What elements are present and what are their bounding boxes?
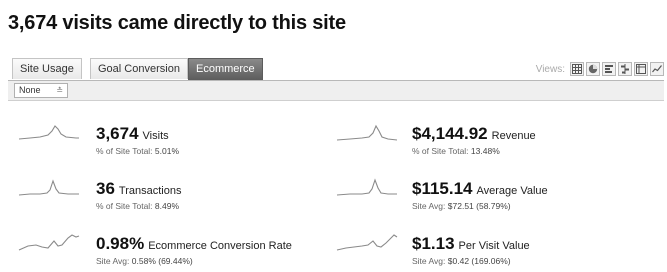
metric-average-value: $115.14 Average Value <box>412 179 548 199</box>
page-title: 3,674 visits came directly to this site <box>8 12 346 34</box>
pivot-view-button[interactable] <box>634 62 648 76</box>
metric-value: $1.13 <box>412 234 455 253</box>
sparkline-visits[interactable] <box>18 122 80 144</box>
report-tab-bar: Site Usage Goal Conversion Ecommerce Vie… <box>8 58 664 81</box>
line-chart-icon <box>652 65 662 73</box>
metric-label: Average Value <box>476 185 548 197</box>
sparkline-average-value[interactable] <box>336 177 398 199</box>
pie-chart-icon <box>588 64 598 74</box>
sparkline-per-visit-value[interactable] <box>336 232 398 254</box>
metric-label: Ecommerce Conversion Rate <box>148 240 292 252</box>
sub-value: 13.48% <box>470 146 500 156</box>
grid-icon <box>572 64 582 74</box>
metric-label: Revenue <box>491 130 536 142</box>
performance-view-button[interactable] <box>602 62 616 76</box>
tab-ecommerce[interactable]: Ecommerce <box>188 58 263 80</box>
comparison-icon <box>621 64 629 74</box>
metric-value: $4,144.92 <box>412 124 488 143</box>
metric-value: 36 <box>96 179 115 198</box>
tab-goal-conversion[interactable]: Goal Conversion <box>90 58 188 79</box>
views-label: Views: <box>535 63 565 75</box>
metric-transactions-sub: % of Site Total: 8.49% <box>96 201 179 211</box>
metric-average-value-sub: Site Avg: $72.51 (58.79%) <box>412 201 511 211</box>
metric-transactions: 36 Transactions <box>96 179 181 199</box>
pivot-table-icon <box>636 64 646 74</box>
pie-view-button[interactable] <box>586 62 600 76</box>
sub-prefix: Site Avg: <box>412 256 446 266</box>
segment-toolbar: None ≛ <box>8 81 664 101</box>
sub-prefix: Site Avg: <box>96 256 130 266</box>
tab-site-usage[interactable]: Site Usage <box>12 58 82 79</box>
sub-value: 0.58% (69.44%) <box>131 256 193 266</box>
sub-prefix: Site Avg: <box>412 201 446 211</box>
metric-revenue-sub: % of Site Total: 13.48% <box>412 146 500 156</box>
metric-value: $115.14 <box>412 179 473 198</box>
metric-visits-sub: % of Site Total: 5.01% <box>96 146 179 156</box>
metric-per-visit-value-sub: Site Avg: $0.42 (169.06%) <box>412 256 511 266</box>
table-view-button[interactable] <box>570 62 584 76</box>
sub-value: 8.49% <box>154 201 180 211</box>
views-switcher: Views: <box>536 60 664 78</box>
chevron-down-icon: ≛ <box>56 86 63 95</box>
metric-value: 0.98% <box>96 234 145 253</box>
segment-select[interactable]: None ≛ <box>14 83 68 98</box>
metric-visits: 3,674 Visits <box>96 124 169 144</box>
sub-prefix: % of Site Total: <box>96 146 153 156</box>
sparkline-conversion-rate[interactable] <box>18 232 80 254</box>
metric-per-visit-value: $1.13 Per Visit Value <box>412 234 530 254</box>
sparkline-revenue[interactable] <box>336 122 398 144</box>
sub-prefix: % of Site Total: <box>96 201 153 211</box>
segment-select-value: None <box>19 85 41 95</box>
metric-conversion-rate-sub: Site Avg: 0.58% (69.44%) <box>96 256 193 266</box>
comparison-view-button[interactable] <box>618 62 632 76</box>
sub-value: $0.42 (169.06%) <box>447 256 511 266</box>
sub-prefix: % of Site Total: <box>412 146 469 156</box>
sub-value: $72.51 (58.79%) <box>447 201 511 211</box>
metric-value: 3,674 <box>96 124 139 143</box>
metric-label: Per Visit Value <box>458 240 530 252</box>
metric-conversion-rate: 0.98% Ecommerce Conversion Rate <box>96 234 292 254</box>
chart-view-button[interactable] <box>650 62 664 76</box>
sub-value: 5.01% <box>154 146 180 156</box>
bar-list-icon <box>605 65 613 73</box>
metric-label: Visits <box>142 130 169 142</box>
metric-revenue: $4,144.92 Revenue <box>412 124 536 144</box>
metric-label: Transactions <box>118 185 182 197</box>
sparkline-transactions[interactable] <box>18 177 80 199</box>
